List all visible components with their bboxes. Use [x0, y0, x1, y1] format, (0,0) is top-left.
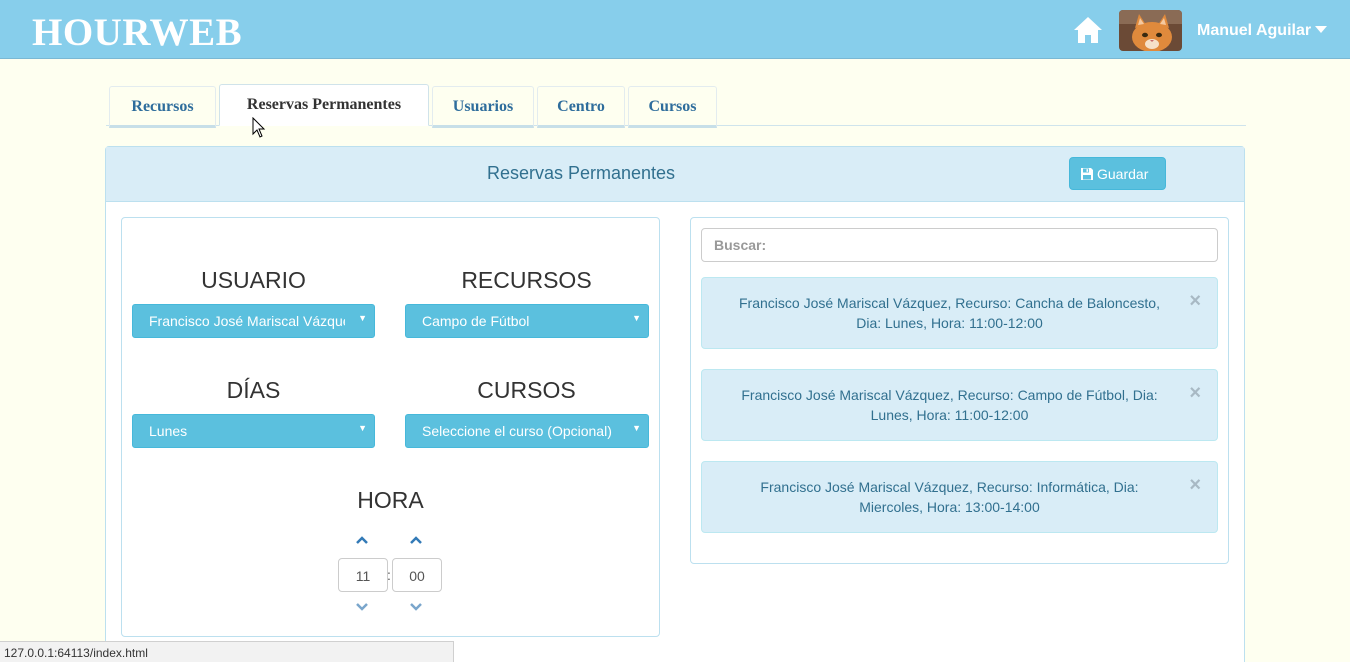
cursos-label: CURSOS — [477, 377, 576, 403]
dias-select-value: Lunes — [149, 423, 188, 439]
save-button-label: Guardar — [1097, 166, 1149, 182]
close-icon[interactable]: × — [1189, 383, 1201, 403]
close-icon[interactable]: × — [1189, 291, 1201, 311]
cursos-select[interactable]: Seleccione el curso (Opcional) ▼ — [405, 414, 649, 448]
dropdown-arrow-icon: ▼ — [632, 313, 641, 323]
dias-label: DÍAS — [226, 377, 281, 403]
usuario-label: USUARIO — [201, 267, 306, 293]
usuario-select-value: Francisco José Mariscal Vázquez — [149, 313, 345, 329]
reservation-text-line2: Miercoles, Hora: 13:00-14:00 — [859, 499, 1040, 515]
recursos-label: RECURSOS — [461, 267, 592, 293]
tab-centro[interactable]: Centro — [537, 86, 625, 128]
hora-label: HORA — [357, 487, 424, 513]
user-menu[interactable]: Manuel Aguilar — [1197, 22, 1328, 40]
tab-reservas-permanentes[interactable]: Reservas Permanentes — [219, 84, 429, 126]
chevron-up-icon — [356, 536, 368, 544]
reservation-item: Francisco José Mariscal Vázquez, Recurso… — [701, 461, 1218, 533]
reservation-item: Francisco José Mariscal Vázquez, Recurso… — [701, 369, 1218, 441]
save-button[interactable]: Guardar — [1069, 157, 1166, 190]
tab-cursos[interactable]: Cursos — [628, 86, 717, 128]
avatar[interactable] — [1119, 10, 1182, 51]
caret-down-icon — [1315, 26, 1328, 33]
reservation-text-line1: Francisco José Mariscal Vázquez, Recurso… — [739, 295, 1160, 311]
tab-bar: Recursos Reservas Permanentes Usuarios C… — [106, 84, 1246, 128]
home-icon[interactable] — [1073, 16, 1103, 44]
cursos-select-value: Seleccione el curso (Opcional) — [422, 423, 612, 439]
hour-increment-button[interactable] — [355, 535, 369, 545]
hour-decrement-button[interactable] — [355, 602, 369, 612]
search-input[interactable]: Buscar: — [701, 228, 1218, 262]
user-name: Manuel Aguilar — [1197, 22, 1312, 39]
reservation-item: Francisco José Mariscal Vázquez, Recurso… — [701, 277, 1218, 349]
reservation-text-line2: Lunes, Hora: 11:00-12:00 — [870, 407, 1029, 423]
recursos-select[interactable]: Campo de Fútbol ▼ — [405, 304, 649, 338]
navbar: HOURWEB Manuel Aguilar — [0, 0, 1350, 59]
tab-recursos[interactable]: Recursos — [109, 86, 216, 128]
dias-select[interactable]: Lunes ▼ — [132, 414, 375, 448]
minute-decrement-button[interactable] — [409, 602, 423, 612]
minute-input[interactable]: 00 — [392, 558, 442, 592]
close-icon[interactable]: × — [1189, 475, 1201, 495]
brand-logo[interactable]: HOURWEB — [32, 10, 242, 55]
reservation-text-line2: Dia: Lunes, Hora: 11:00-12:00 — [856, 315, 1043, 331]
browser-status-bar: 127.0.0.1:64113/index.html — [0, 641, 454, 662]
dropdown-arrow-icon: ▼ — [632, 423, 641, 433]
reservation-text-line1: Francisco José Mariscal Vázquez, Recurso… — [741, 387, 1158, 403]
mouse-cursor-icon — [252, 117, 266, 138]
save-icon — [1081, 168, 1093, 180]
reservation-text-line1: Francisco José Mariscal Vázquez, Recurso… — [760, 479, 1139, 495]
minute-increment-button[interactable] — [409, 535, 423, 545]
usuario-select[interactable]: Francisco José Mariscal Vázquez ▼ — [132, 304, 375, 338]
panel-heading: Reservas Permanentes Guardar — [106, 147, 1244, 202]
chevron-down-icon — [356, 603, 368, 611]
recursos-select-value: Campo de Fútbol — [422, 313, 530, 329]
panel-title: Reservas Permanentes — [486, 163, 676, 183]
dropdown-arrow-icon: ▼ — [358, 423, 367, 433]
tab-usuarios[interactable]: Usuarios — [432, 86, 534, 128]
chevron-up-icon — [410, 536, 422, 544]
chevron-down-icon — [410, 603, 422, 611]
hour-input[interactable]: 11 — [338, 558, 388, 592]
dropdown-arrow-icon: ▼ — [358, 313, 367, 323]
time-separator: : — [387, 567, 391, 583]
